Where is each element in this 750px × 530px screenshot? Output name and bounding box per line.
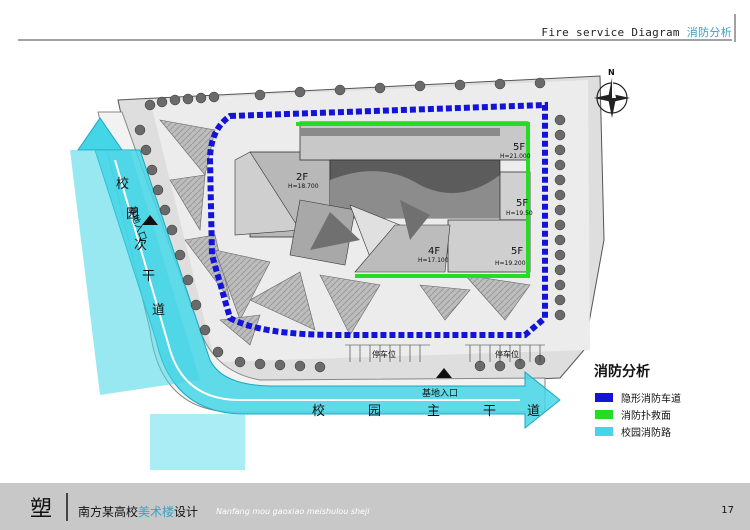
label-height-4f: H=17.100 [418, 257, 449, 264]
road-secondary-char-3: 次 [134, 238, 148, 253]
road-secondary-char-2: 园 [126, 207, 140, 222]
road-main-char-5: 道 [527, 404, 541, 419]
road-secondary-char-4: 干 [142, 269, 156, 284]
legend-item-fire-fighting-face: 消防扑救面 [595, 407, 671, 422]
road-secondary-char-5: 道 [152, 303, 166, 318]
legend-swatch-blue [595, 393, 613, 402]
footer-bar: 塑 南方某高校美术楼设计 Nanfang mou gaoxiao meishul… [0, 483, 750, 530]
label-5f-a: 5F [513, 142, 526, 153]
label-5f-b: 5F [516, 198, 529, 209]
label-parking-right: 停车位 [495, 350, 519, 359]
road-main-char-1: 校 [312, 404, 326, 419]
legend-label: 校园消防路 [621, 428, 671, 439]
road-main-char-4: 干 [483, 404, 497, 419]
label-5f-c: 5F [511, 246, 524, 257]
footer-name-suffix: 设计 [174, 505, 199, 519]
road-main-char-2: 园 [368, 404, 382, 419]
road-secondary-char-1: 校 [116, 177, 130, 192]
footer-pinyin: Nanfang mou gaoxiao meishulou sheji [216, 507, 370, 516]
footer-logo: 塑 [30, 497, 53, 522]
north-compass-icon [594, 78, 630, 118]
legend-swatch-green [595, 410, 613, 419]
legend-swatch-cyan [595, 427, 613, 436]
label-site-entrance-main: 基地入口 [422, 389, 459, 399]
road-main-char-3: 主 [427, 404, 441, 419]
label-parking-left: 停车位 [372, 350, 396, 359]
label-2f: 2F [296, 172, 309, 183]
label-height-2f: H=18.700 [288, 183, 319, 190]
page-number: 17 [721, 505, 734, 516]
site-plan [70, 75, 605, 470]
legend-label: 消防扑救面 [621, 411, 671, 422]
legend-item-hidden-fire-lane: 隐形消防车道 [595, 390, 681, 405]
footer-separator [66, 493, 68, 521]
north-label: N [608, 68, 615, 77]
footer-name-prefix: 南方某高校 [78, 505, 139, 519]
page-frame: Fire service Diagram 消防分析 5F H=21.000 5F… [0, 0, 750, 530]
legend-label: 隐形消防车道 [621, 394, 681, 405]
legend-item-campus-fire-road: 校园消防路 [595, 424, 671, 439]
label-height-5f-c: H=19.200 [495, 260, 526, 267]
footer-project-name: 南方某高校美术楼设计 [78, 503, 198, 520]
label-height-5f-b: H=19.50 [506, 210, 533, 217]
legend-title: 消防分析 [594, 364, 650, 380]
label-4f: 4F [428, 246, 441, 257]
label-height-5f-a: H=21.000 [500, 153, 531, 160]
footer-name-accent: 美术楼 [138, 505, 175, 519]
